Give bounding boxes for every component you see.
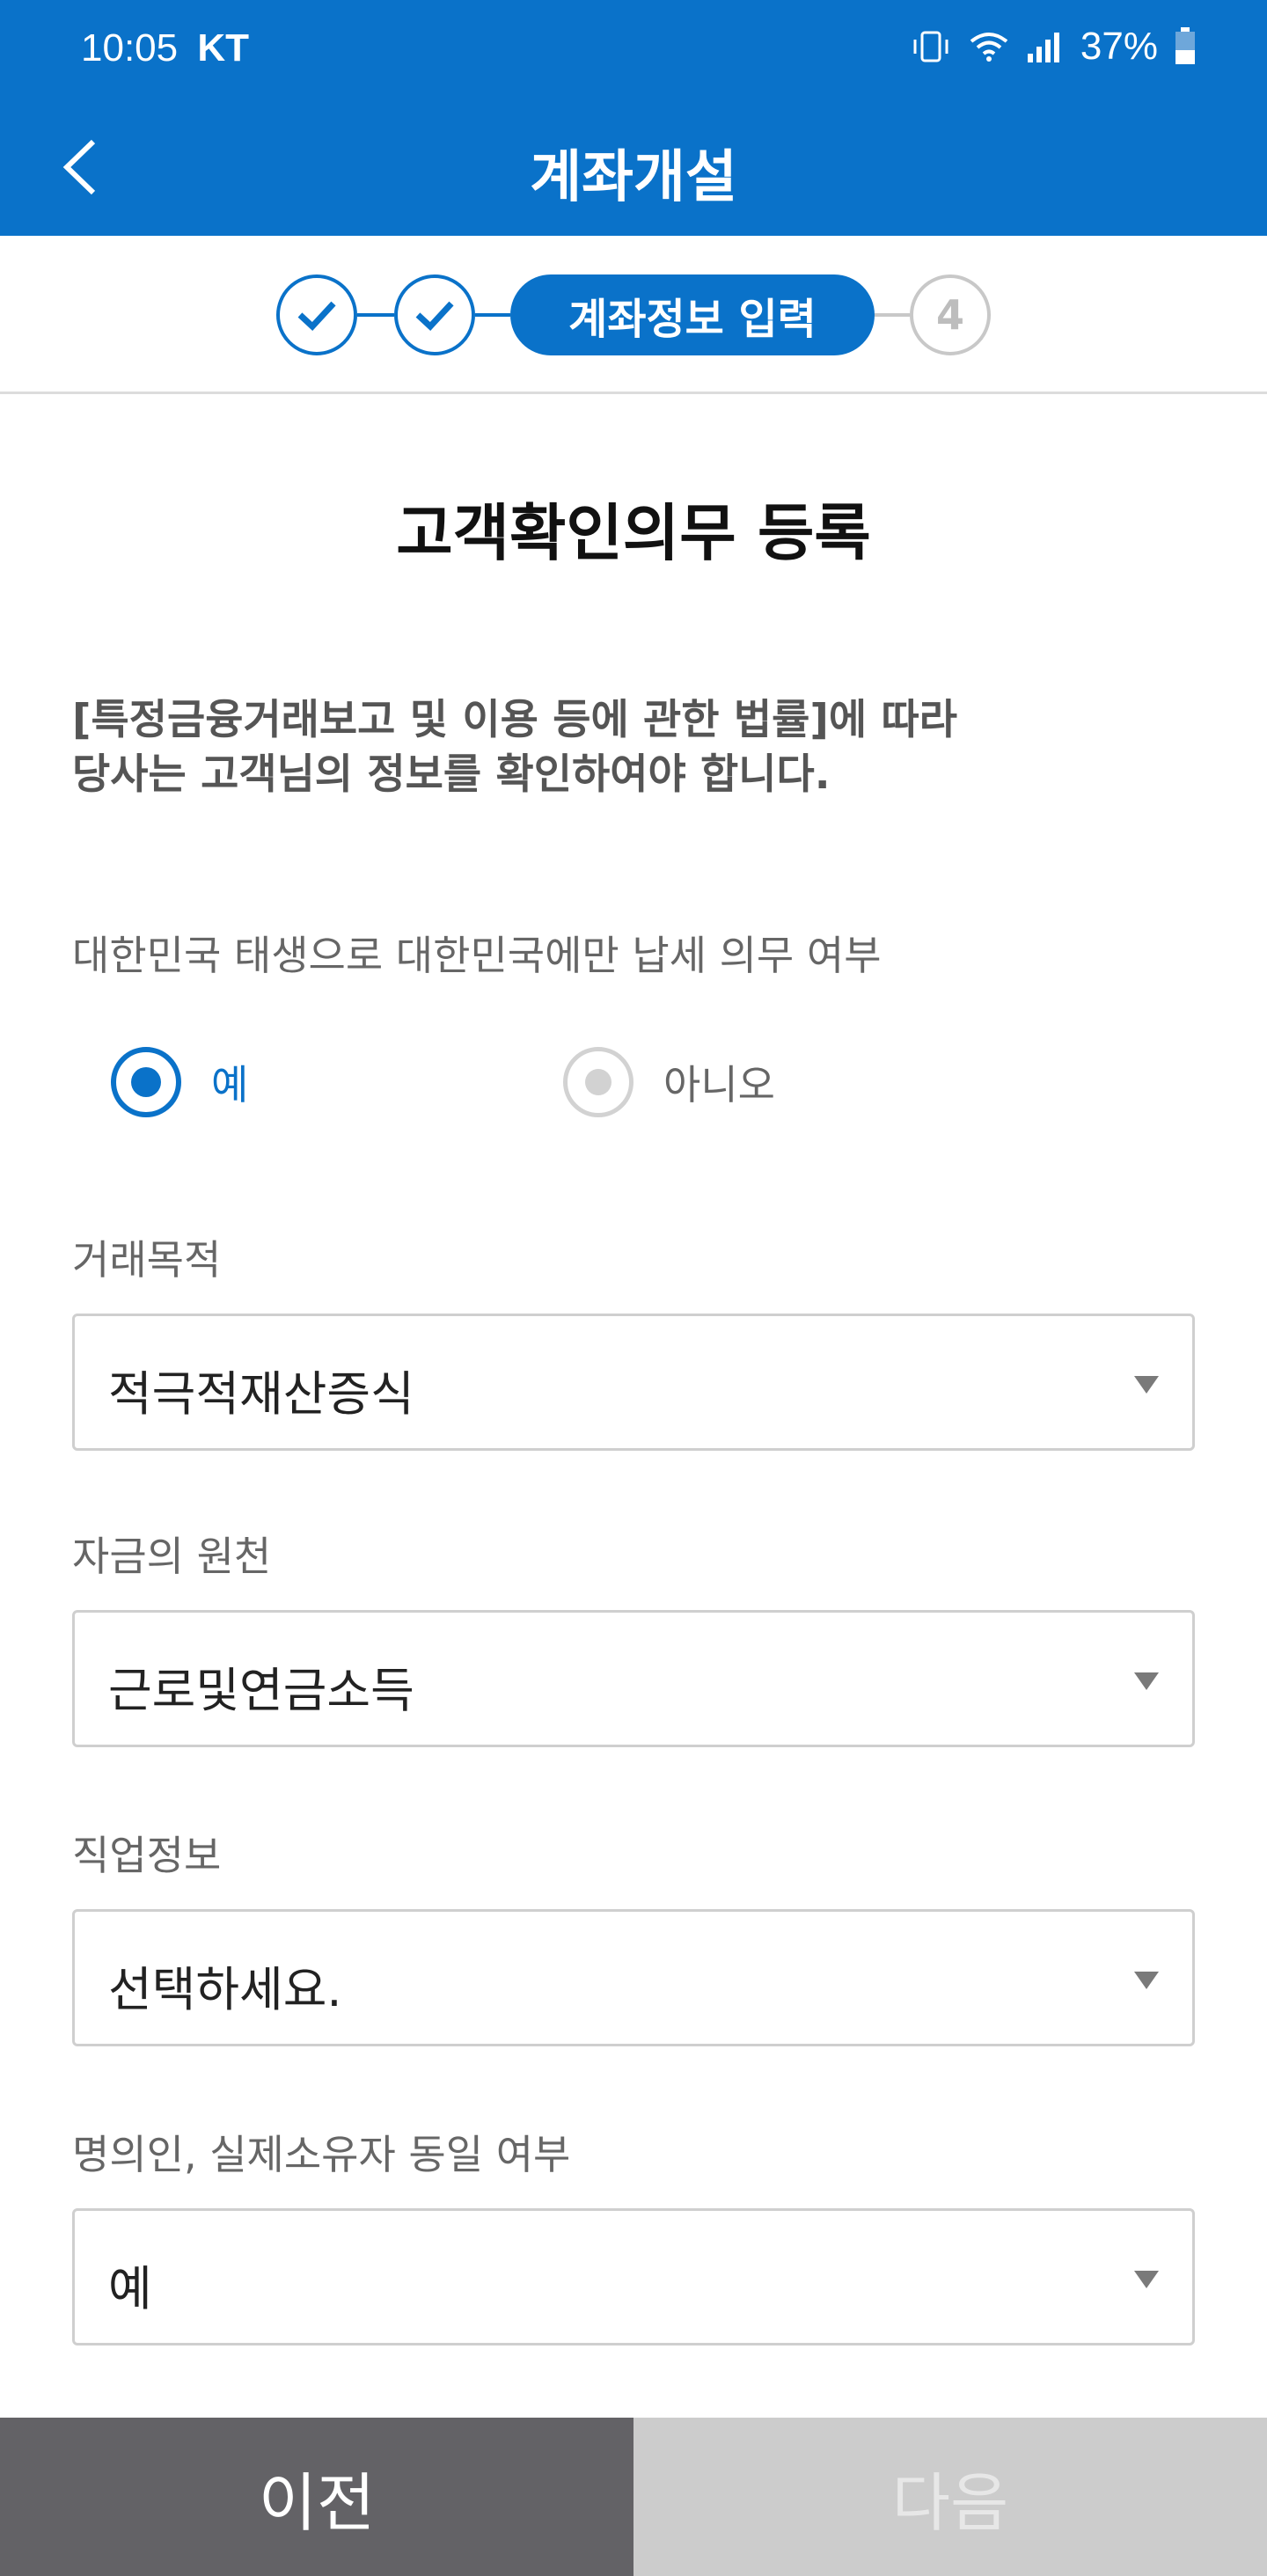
purpose-label: 거래목적 [72, 1236, 222, 1284]
status-bar: 10:05 KT 37% [0, 0, 1267, 97]
step-connector [875, 313, 910, 317]
radio-selected-icon [111, 1047, 181, 1117]
dropdown-arrow-icon [1134, 1672, 1159, 1690]
purpose-value: 적극적재산증식 [108, 1366, 414, 1422]
owner-same-label: 명의인, 실제소유자 동일 여부 [72, 2131, 571, 2178]
check-icon [297, 301, 336, 331]
app-title: 계좌개설 [530, 145, 737, 210]
fund-source-select[interactable]: 근로및연금소득 [72, 1610, 1195, 1747]
notice-line-1: [특정금융거래보고 및 이용 등에 관한 법률]에 따라 [72, 696, 957, 744]
wifi-icon [970, 33, 1008, 62]
dropdown-arrow-icon [1134, 2271, 1159, 2288]
next-button[interactable]: 다음 [634, 2418, 1267, 2576]
radio-no-label: 아니오 [663, 1061, 775, 1109]
purpose-select[interactable]: 적극적재산증식 [72, 1314, 1195, 1451]
page-title: 고객확인의무 등록 [396, 497, 871, 569]
step-connector [357, 313, 394, 317]
owner-same-value: 예 [108, 2261, 152, 2316]
status-time: 10:05 KT [81, 26, 249, 70]
step-4-pending: 4 [910, 274, 991, 355]
signal-icon [1027, 33, 1059, 62]
job-value: 선택하세요. [108, 1962, 342, 2017]
radio-no[interactable]: 아니오 [563, 1047, 775, 1117]
tax-question-label: 대한민국 태생으로 대한민국에만 납세 의무 여부 [72, 932, 882, 979]
app-bar: 계좌개설 [0, 97, 1267, 236]
dropdown-arrow-icon [1134, 1376, 1159, 1394]
check-icon [415, 301, 454, 331]
notice-line-2: 당사는 고객님의 정보를 확인하여야 합니다. [72, 750, 831, 799]
fund-source-label: 자금의 원천 [72, 1533, 272, 1580]
job-select[interactable]: 선택하세요. [72, 1909, 1195, 2046]
status-icons: 37% [910, 25, 1197, 69]
fund-source-value: 근로및연금소득 [108, 1663, 414, 1718]
carrier-name: KT [197, 26, 249, 70]
battery-percent: 37% [1080, 25, 1158, 68]
dropdown-arrow-icon [1134, 1972, 1159, 1989]
radio-unselected-icon [563, 1047, 634, 1117]
owner-same-select[interactable]: 예 [72, 2208, 1195, 2345]
step-1-complete [276, 274, 357, 355]
job-label: 직업정보 [72, 1832, 222, 1879]
step-3-current: 계좌정보 입력 [510, 274, 875, 355]
legal-notice: [특정금융거래보고 및 이용 등에 관한 법률]에 따라 당사는 고객님의 정보… [72, 693, 1207, 802]
battery-icon [1175, 27, 1195, 64]
vibrate-icon [913, 31, 948, 62]
prev-button[interactable]: 이전 [0, 2418, 634, 2576]
radio-yes[interactable]: 예 [111, 1047, 248, 1117]
progress-stepper: 계좌정보 입력 4 [0, 236, 1267, 394]
clock: 10:05 [81, 26, 179, 70]
step-2-complete [394, 274, 475, 355]
radio-yes-label: 예 [211, 1061, 249, 1109]
step-connector [475, 313, 510, 317]
